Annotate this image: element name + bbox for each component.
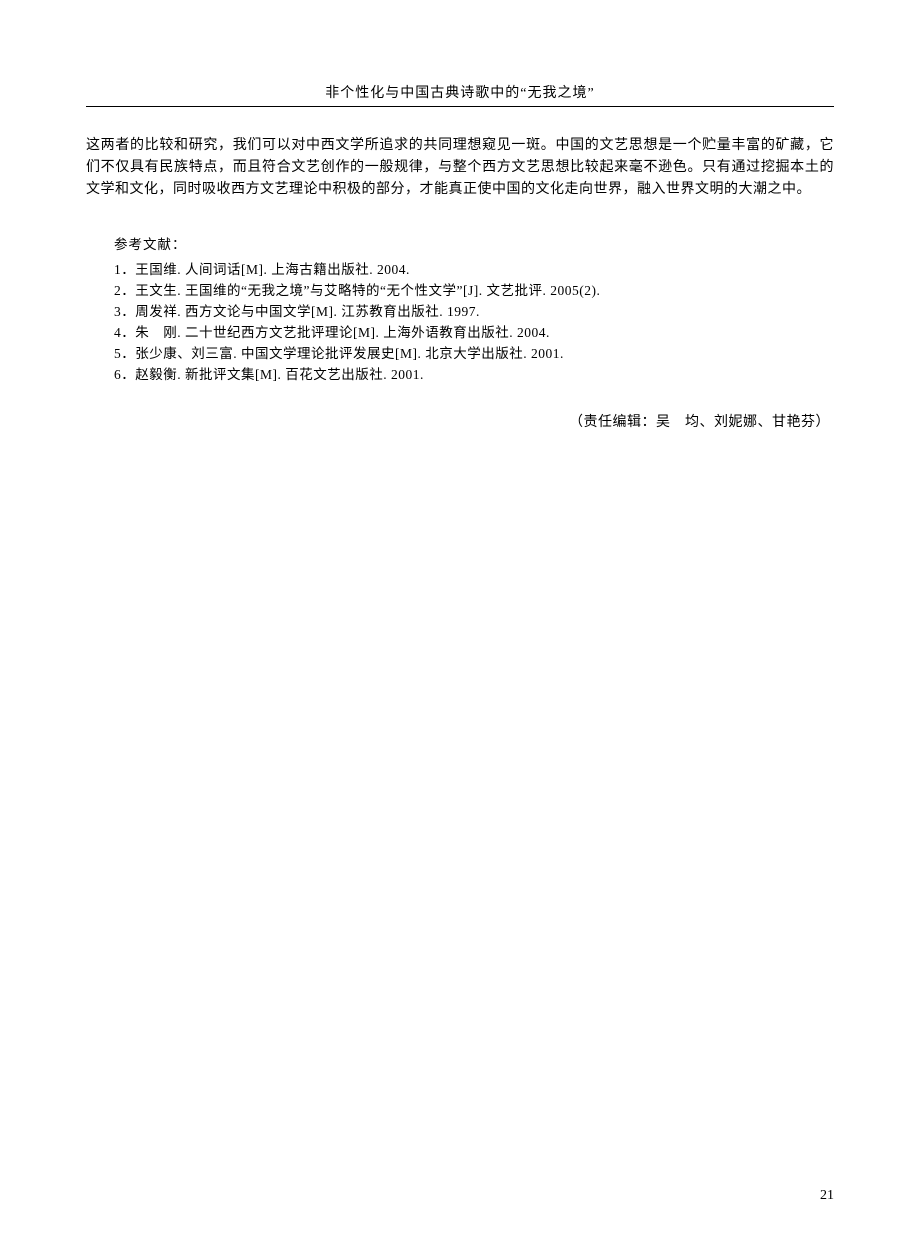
references-section: 参考文献： 1．王国维. 人间词话[M]. 上海古籍出版社. 2004. 2．王… bbox=[86, 233, 834, 385]
reference-item: 1．王国维. 人间词话[M]. 上海古籍出版社. 2004. bbox=[114, 259, 834, 280]
header-divider bbox=[86, 106, 834, 107]
reference-item: 6．赵毅衡. 新批评文集[M]. 百花文艺出版社. 2001. bbox=[114, 364, 834, 385]
page-content: 非个性化与中国古典诗歌中的“无我之境” 这两者的比较和研究，我们可以对中西文学所… bbox=[0, 0, 920, 471]
responsible-editors: （责任编辑：吴 均、刘妮娜、甘艳芬） bbox=[86, 411, 834, 431]
reference-item: 2．王文生. 王国维的“无我之境”与艾略特的“无个性文学”[J]. 文艺批评. … bbox=[114, 280, 834, 301]
reference-item: 3．周发祥. 西方文论与中国文学[M]. 江苏教育出版社. 1997. bbox=[114, 301, 834, 322]
body-paragraph: 这两者的比较和研究，我们可以对中西文学所追求的共同理想窥见一斑。中国的文艺思想是… bbox=[86, 135, 834, 201]
reference-item: 4．朱 刚. 二十世纪西方文艺批评理论[M]. 上海外语教育出版社. 2004. bbox=[114, 322, 834, 343]
references-heading: 参考文献： bbox=[114, 233, 834, 253]
page-number: 21 bbox=[820, 1188, 834, 1204]
reference-item: 5．张少康、刘三富. 中国文学理论批评发展史[M]. 北京大学出版社. 2001… bbox=[114, 343, 834, 364]
running-header-title: 非个性化与中国古典诗歌中的“无我之境” bbox=[86, 82, 834, 102]
